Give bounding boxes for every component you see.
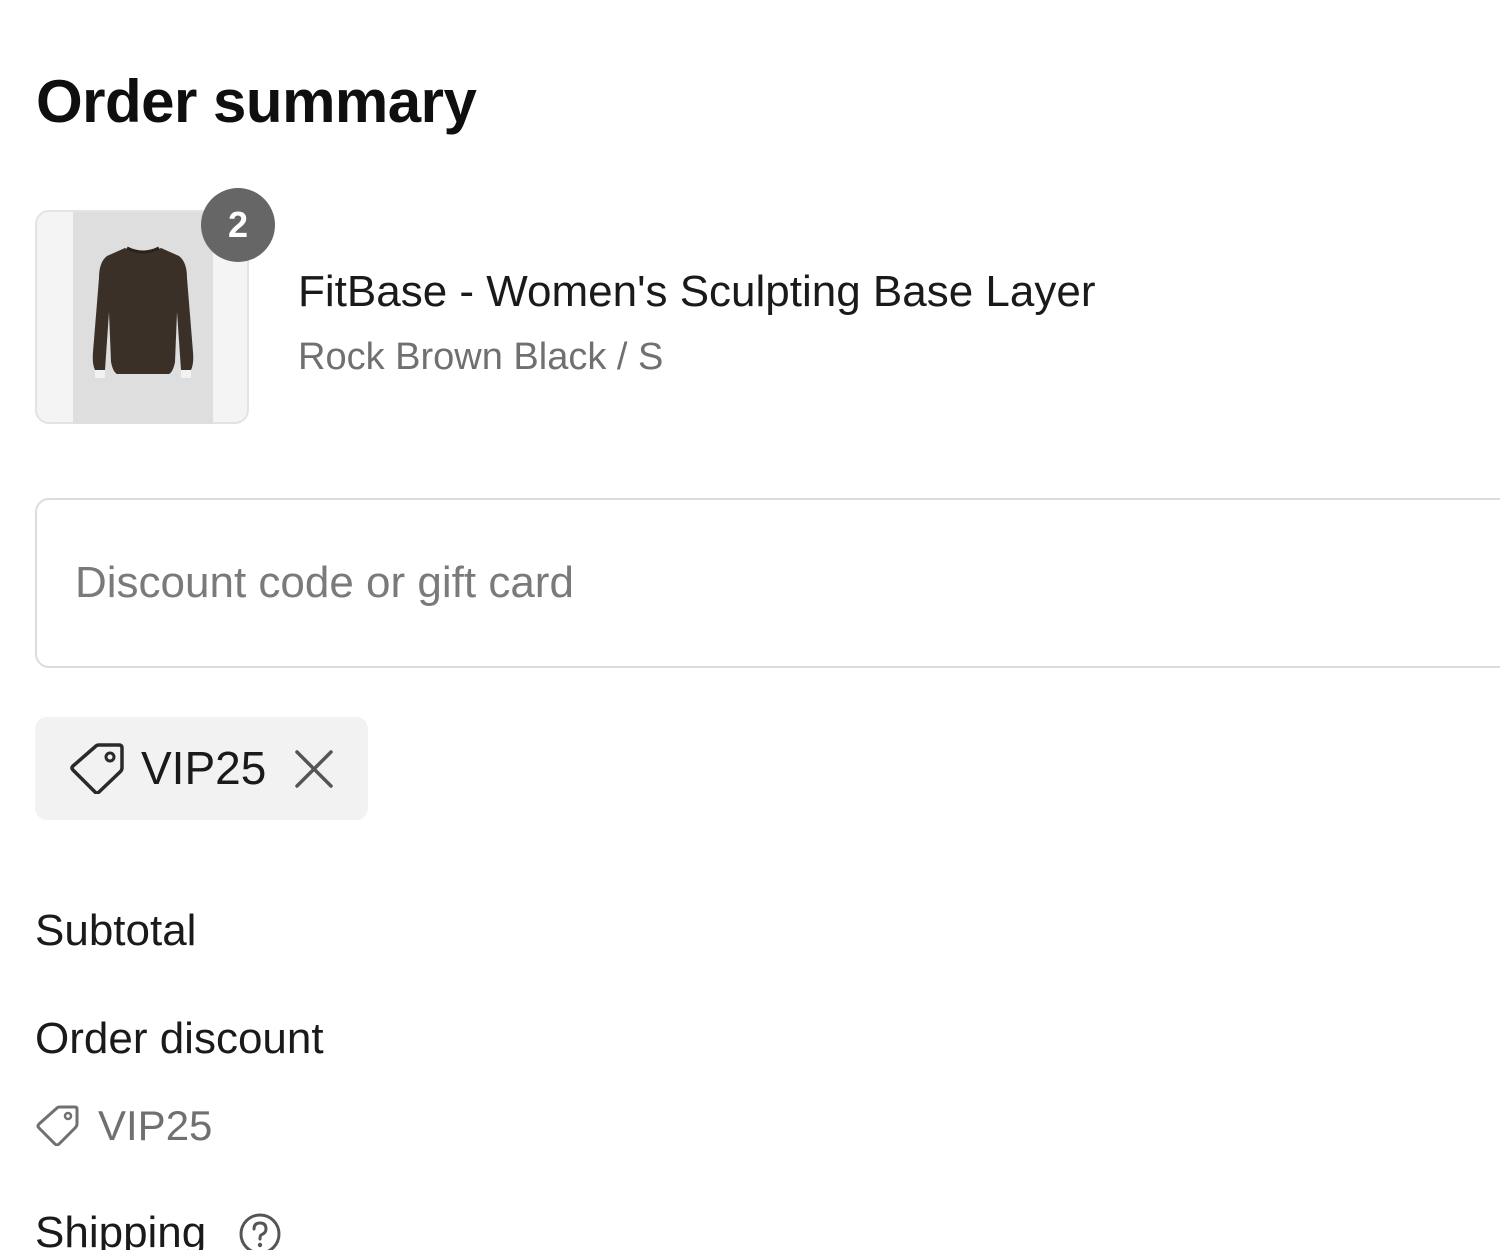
remove-code-close-icon[interactable] bbox=[291, 746, 337, 792]
quantity-badge: 2 bbox=[201, 188, 275, 262]
subtotal-label: Subtotal bbox=[35, 906, 197, 955]
order-discount-label: Order discount bbox=[35, 1014, 324, 1063]
product-variant: Rock Brown Black / S bbox=[298, 336, 664, 378]
discount-code-field[interactable] bbox=[35, 498, 1500, 668]
shipping-label: Shipping bbox=[35, 1208, 207, 1250]
tag-icon bbox=[70, 743, 124, 794]
order-summary-panel: Order summary 2 FitBase - Women's Sculpt… bbox=[0, 0, 1500, 1250]
order-discount-code-text: VIP25 bbox=[98, 1102, 213, 1149]
applied-code-label: VIP25 bbox=[141, 742, 267, 794]
applied-discount-chip: VIP25 bbox=[35, 717, 368, 820]
discount-code-input[interactable] bbox=[75, 500, 1475, 666]
question-circle-icon[interactable] bbox=[238, 1212, 282, 1250]
product-photo bbox=[73, 212, 213, 424]
product-thumbnail: 2 bbox=[35, 188, 275, 424]
tag-icon bbox=[36, 1105, 79, 1146]
long-sleeve-top-icon bbox=[92, 246, 194, 378]
page-title: Order summary bbox=[36, 68, 477, 135]
product-name: FitBase - Women's Sculpting Base Layer bbox=[298, 267, 1096, 316]
